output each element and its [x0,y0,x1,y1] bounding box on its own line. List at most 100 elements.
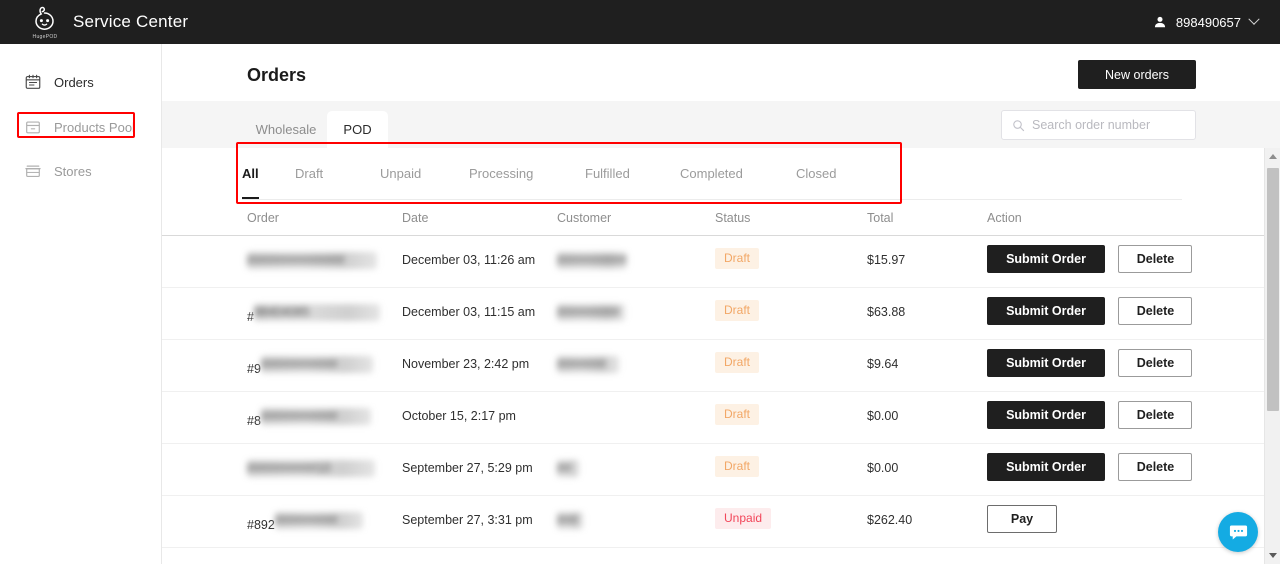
sidebar-item-label: Stores [54,163,92,179]
tab-label: Wholesale [255,122,317,137]
chat-support-button[interactable] [1218,512,1258,552]
tab-pod[interactable]: POD [327,111,388,148]
order-number-redacted: ############## [247,252,377,269]
order-number[interactable]: #892######### [247,512,363,532]
row-actions: Pay [987,505,1057,533]
table-row[interactable]: # 98404085 December 03, 11:15 am #######… [162,288,1280,340]
scroll-up-arrow-icon[interactable] [1265,148,1280,165]
order-number[interactable]: # 98404085 [247,304,380,324]
filter-tab-unpaid[interactable]: Unpaid [380,148,421,199]
orders-table: Order Date Customer Status Total Action … [162,200,1280,548]
search-input[interactable] [1032,118,1184,132]
order-date: September 27, 5:29 pm [402,461,533,475]
row-actions: Submit Order Delete [987,453,1193,481]
tab-wholesale[interactable]: Wholesale [247,111,325,148]
table-row[interactable]: #892######### September 27, 3:31 pm ### … [162,496,1280,548]
main-content: Orders New orders Wholesale POD All Draf… [162,44,1280,564]
vertical-scrollbar[interactable] [1264,148,1280,564]
page-title: Orders [247,65,307,85]
calendar-icon [25,74,41,89]
status-badge-label: Draft [715,352,760,373]
order-total: $0.00 [867,461,899,475]
order-prefix: # [247,310,254,324]
filter-tab-label: Processing [469,166,534,181]
filter-tab-processing[interactable]: Processing [469,148,533,199]
customer-name: ####### [557,356,619,376]
row-actions: Submit Order Delete [987,349,1193,377]
sidebar: Orders Products Pool Stores [0,44,162,564]
delete-button[interactable]: Delete [1118,401,1193,429]
sidebar-item-stores[interactable]: Stores [24,159,92,183]
order-total: $63.88 [867,305,906,319]
submit-order-button[interactable]: Submit Order [987,245,1105,273]
filter-tab-draft[interactable]: Draft [295,148,323,199]
delete-button[interactable]: Delete [1118,245,1193,273]
top-bar: HugePOD Service Center 898490657 [0,0,1280,44]
delete-button[interactable]: Delete [1118,349,1193,377]
order-prefix: #8 [247,414,261,428]
search-order-number[interactable] [1001,110,1196,140]
tab-label: POD [343,122,372,137]
chevron-down-icon [1248,13,1260,25]
filter-tab-completed[interactable]: Completed [680,148,743,199]
account-menu[interactable]: 898490657 [1153,0,1260,44]
column-header-status: Status [715,211,751,225]
order-number-redacted: 98404085 [253,304,380,321]
delete-button[interactable]: Delete [1118,297,1193,325]
sidebar-item-products-pool[interactable]: Products Pool [24,115,135,139]
person-icon [1154,16,1165,28]
order-number[interactable]: ############## [247,252,377,272]
brand: HugePOD Service Center [28,5,189,40]
scrollbar-thumb[interactable] [1267,168,1279,411]
customer-name: ## [557,460,579,480]
filter-tab-all[interactable]: All [242,148,259,199]
box-icon [26,121,40,134]
order-number[interactable]: ##########10 [247,460,375,480]
sidebar-item-orders[interactable]: Orders [24,70,94,94]
submit-order-button[interactable]: Submit Order [987,349,1105,377]
order-total: $9.64 [867,357,899,371]
submit-order-button[interactable]: Submit Order [987,401,1105,429]
new-orders-button[interactable]: New orders [1078,60,1196,89]
status-badge: Draft [715,404,760,425]
page-header: Orders New orders [162,44,1280,101]
chat-bubble-icon [1229,525,1247,539]
order-date: September 27, 3:31 pm [402,513,533,527]
filter-tab-fulfilled[interactable]: Fulfilled [585,148,630,199]
filter-tab-label: All [242,166,259,181]
delete-button[interactable]: Delete [1118,453,1193,481]
submit-order-button[interactable]: Submit Order [987,297,1105,325]
column-header-action: Action [987,211,1022,225]
status-badge-label: Draft [715,300,760,321]
status-badge-label: Unpaid [715,508,772,529]
order-number[interactable]: #8########### [247,408,371,428]
orders-panel: All Draft Unpaid Processing Fulfilled Co… [162,142,1280,564]
search-icon [1013,119,1025,131]
submit-order-button[interactable]: Submit Order [987,453,1105,481]
status-badge: Draft [715,456,760,477]
order-date: October 15, 2:17 pm [402,409,516,423]
table-row[interactable]: #9########### November 23, 2:42 pm #####… [162,340,1280,392]
order-prefix: #9 [247,362,261,376]
order-number[interactable]: #9########### [247,356,373,376]
filter-tab-label: Fulfilled [585,166,630,181]
pay-button[interactable]: Pay [987,505,1057,533]
order-number-redacted: ##########10 [247,460,375,477]
customer-name-redacted: ## [557,460,579,477]
filter-tab-closed[interactable]: Closed [796,148,836,199]
status-badge: Draft [715,352,760,373]
table-row[interactable]: ############## December 03, 11:26 am ###… [162,236,1280,288]
table-row[interactable]: #8########### October 15, 2:17 pm Draft … [162,392,1280,444]
row-actions: Submit Order Delete [987,401,1193,429]
scroll-down-arrow-icon[interactable] [1265,547,1280,564]
order-date: November 23, 2:42 pm [402,357,530,371]
column-header-date: Date [402,211,429,225]
table-row[interactable]: ##########10 September 27, 5:29 pm ## Dr… [162,444,1280,496]
customer-name: ######### [557,304,625,324]
app-title: Service Center [73,12,189,31]
channel-tab-strip: Wholesale POD [162,101,1280,148]
order-date: December 03, 11:26 am [402,253,536,267]
filter-tab-label: Draft [295,166,324,181]
order-number-redacted: ########### [260,356,373,373]
table-header-row: Order Date Customer Status Total Action [162,200,1280,236]
